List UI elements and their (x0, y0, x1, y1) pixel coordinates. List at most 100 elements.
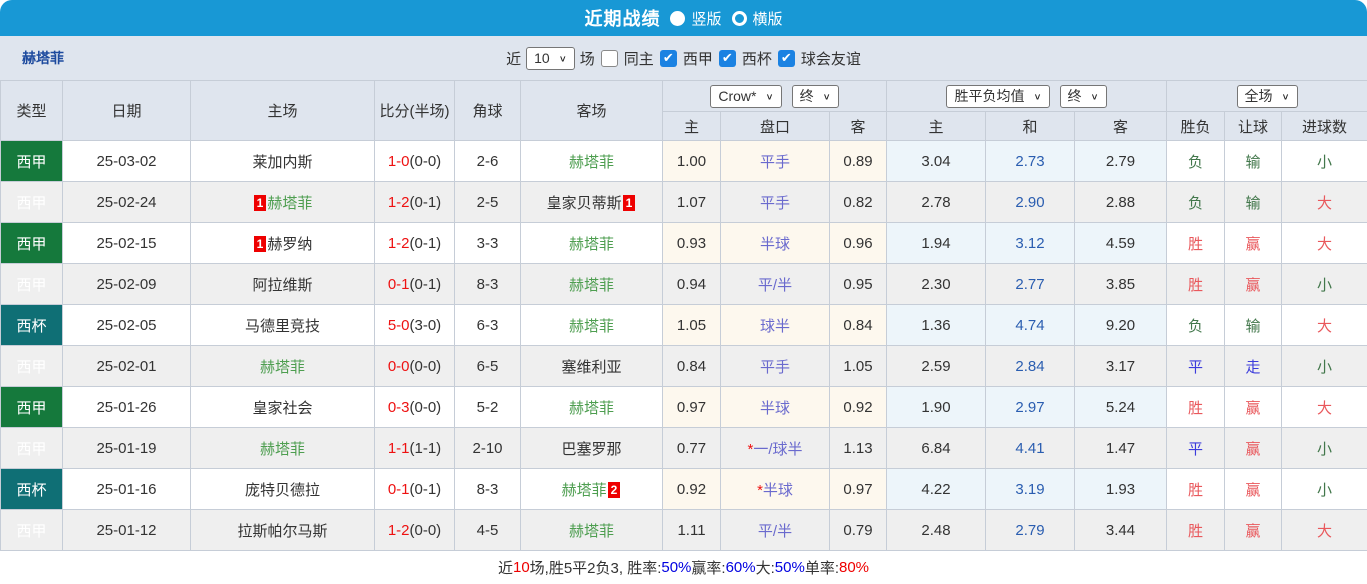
avg-company-value: 胜平负均值 (954, 86, 1024, 106)
odds-away-cell: 0.95 (830, 264, 887, 305)
date-cell: 25-03-02 (63, 141, 191, 182)
table-row: 西甲25-01-12拉斯帕尔马斯1-2(0-0)4-5赫塔菲1.11平/半0.7… (1, 510, 1367, 551)
avg-home-cell: 1.90 (887, 387, 986, 428)
col-header-score: 比分(半场) (375, 81, 455, 141)
avg-company-select[interactable]: 胜平负均值 ∨ (946, 85, 1049, 108)
handicap-cell: 半球 (721, 387, 830, 428)
radio-vertical-layout[interactable]: 竖版 (670, 8, 721, 29)
footer-segment: 场,胜5平2负3, 胜率: (530, 557, 662, 578)
corners-cell: 2-6 (455, 141, 521, 182)
team-name-text: 马德里竞技 (245, 318, 320, 335)
table-row: 西甲25-01-26皇家社会0-3(0-0)5-2赫塔菲0.97半球0.921.… (1, 387, 1367, 428)
odds-company-select[interactable]: Crow* ∨ (710, 85, 781, 108)
friendly-label: 球会友谊 (801, 48, 861, 69)
team-name-text: 皇家贝蒂斯 (547, 195, 622, 212)
laliga-label: 西甲 (683, 48, 713, 69)
footer-segment: 10 (513, 559, 530, 576)
odds-home-cell: 1.07 (663, 182, 721, 223)
checkbox-friendly[interactable]: ✔ (778, 50, 795, 67)
table-row: 西甲25-02-151赫罗纳1-2(0-1)3-3赫塔菲0.93半球0.961.… (1, 223, 1367, 264)
avg-away-cell: 9.20 (1075, 305, 1167, 346)
odds-home-cell: 0.97 (663, 387, 721, 428)
avg-draw-cell: 2.73 (986, 141, 1075, 182)
sub-header-avg-draw: 和 (986, 112, 1075, 141)
avg-away-cell: 1.47 (1075, 428, 1167, 469)
date-cell: 25-02-05 (63, 305, 191, 346)
score-cell: 0-1(0-1) (375, 469, 455, 510)
goals-cell: 大 (1282, 305, 1367, 346)
radio-unselected-icon[interactable] (732, 11, 747, 26)
away-team-cell: 塞维利亚 (521, 346, 663, 387)
radio-horizontal-layout[interactable]: 横版 (732, 8, 783, 29)
avg-away-cell: 1.93 (1075, 469, 1167, 510)
sub-header-odds-home: 主 (663, 112, 721, 141)
handicap-result-cell: 走 (1225, 346, 1282, 387)
handicap-cell: 平手 (721, 346, 830, 387)
team-name-text: 巴塞罗那 (561, 441, 621, 458)
team-name-text: 莱加内斯 (252, 154, 312, 171)
team-name-text: 拉斯帕尔马斯 (237, 523, 327, 540)
home-team-cell: 庞特贝德拉 (191, 469, 375, 510)
table-row: 西杯25-02-05马德里竞技5-0(3-0)6-3赫塔菲1.05球半0.841… (1, 305, 1367, 346)
checkbox-same-home[interactable]: ✔ (601, 50, 618, 67)
avg-group-header: 胜平负均值 ∨ 终 ∨ (887, 81, 1167, 112)
corners-cell: 2-5 (455, 182, 521, 223)
handicap-result-cell: 输 (1225, 141, 1282, 182)
handicap-result-cell: 赢 (1225, 223, 1282, 264)
handicap-result-cell: 赢 (1225, 264, 1282, 305)
avg-home-cell: 1.36 (887, 305, 986, 346)
type-cell: 西甲 (1, 264, 63, 305)
avg-away-cell: 5.24 (1075, 387, 1167, 428)
team-name-text: 赫塔菲 (569, 400, 614, 417)
checkbox-laliga[interactable]: ✔ (660, 50, 677, 67)
summary-footer: 近10场,胜5平2负3, 胜率:50% 赢率:60% 大:50% 单率:80% (0, 551, 1367, 584)
avg-away-cell: 3.17 (1075, 346, 1167, 387)
footer-segment: 大: (756, 557, 775, 578)
sub-header-result: 胜负 (1167, 112, 1225, 141)
handicap-result-cell: 赢 (1225, 387, 1282, 428)
team-name-text: 赫塔菲 (569, 154, 614, 171)
corners-cell: 8-3 (455, 469, 521, 510)
avg-home-cell: 2.30 (887, 264, 986, 305)
type-cell: 西甲 (1, 141, 63, 182)
goals-cell: 大 (1282, 223, 1367, 264)
handicap-result-cell: 输 (1225, 182, 1282, 223)
checkbox-copa[interactable]: ✔ (719, 50, 736, 67)
odds-state-value: 终 (800, 86, 814, 106)
team-name-text: 赫塔菲 (569, 277, 614, 294)
avg-state-value: 终 (1068, 86, 1082, 106)
red-card-badge: 1 (623, 195, 636, 211)
odds-group-header: Crow* ∨ 终 ∨ (663, 81, 887, 112)
score-cell: 0-0(0-0) (375, 346, 455, 387)
radio-selected-icon[interactable] (670, 11, 685, 26)
odds-home-cell: 0.93 (663, 223, 721, 264)
footer-segment: 赢率: (691, 557, 725, 578)
result-cell: 负 (1167, 141, 1225, 182)
odds-state-select[interactable]: 终 ∨ (792, 85, 839, 108)
date-cell: 25-01-19 (63, 428, 191, 469)
col-header-date: 日期 (63, 81, 191, 141)
home-team-cell: 拉斯帕尔马斯 (191, 510, 375, 551)
odds-home-cell: 1.00 (663, 141, 721, 182)
radio-horizontal-label: 横版 (753, 8, 783, 29)
home-team-cell: 莱加内斯 (191, 141, 375, 182)
date-cell: 25-01-16 (63, 469, 191, 510)
avg-state-select[interactable]: 终 ∨ (1060, 85, 1107, 108)
scope-select[interactable]: 全场 ∨ (1237, 85, 1298, 108)
recent-games-select[interactable]: 10 ∨ (526, 47, 575, 70)
avg-home-cell: 2.48 (887, 510, 986, 551)
date-cell: 25-02-01 (63, 346, 191, 387)
goals-cell: 小 (1282, 346, 1367, 387)
recent-results-panel: 近期战绩 竖版 横版 赫塔菲 近 10 ∨ 场 ✔ 同主 ✔ 西甲 ✔ 西杯 ✔… (0, 0, 1367, 582)
handicap-cell: 平/半 (721, 264, 830, 305)
avg-away-cell: 4.59 (1075, 223, 1167, 264)
date-cell: 25-01-26 (63, 387, 191, 428)
result-cell: 胜 (1167, 223, 1225, 264)
away-team-cell: 赫塔菲 (521, 305, 663, 346)
away-team-cell: 皇家贝蒂斯1 (521, 182, 663, 223)
team-name-text: 赫塔菲 (260, 441, 305, 458)
result-cell: 平 (1167, 346, 1225, 387)
team-name-text: 赫塔菲 (569, 236, 614, 253)
chevron-down-icon: ∨ (559, 53, 567, 63)
handicap-cell: *半球 (721, 469, 830, 510)
